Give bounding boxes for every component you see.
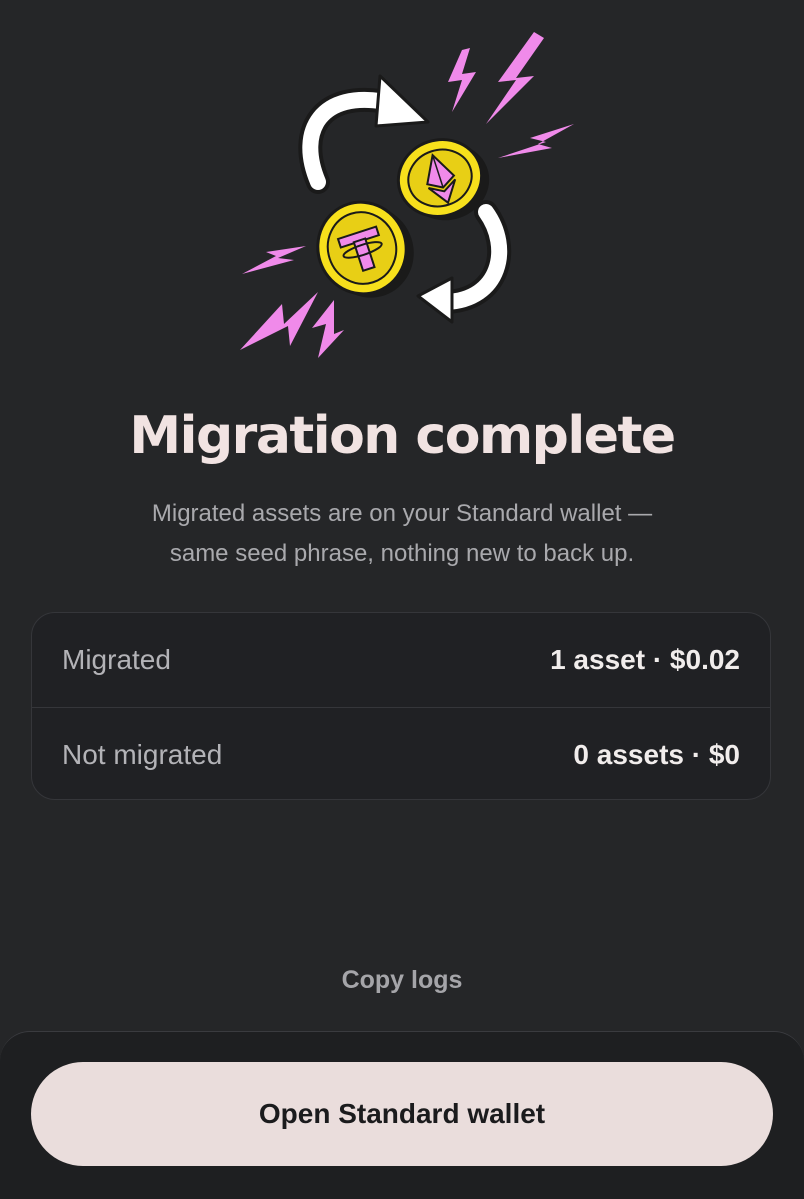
lightning-bolt-icon: [448, 32, 574, 158]
swap-arrow-bottom-icon: [416, 200, 512, 324]
summary-row-label: Not migrated: [62, 738, 223, 770]
summary-row-not-migrated: Not migrated 0 assets · $0: [32, 707, 770, 799]
summary-row-migrated: Migrated 1 asset · $0.02: [32, 613, 770, 707]
tether-coin-icon: [316, 200, 414, 298]
summary-row-value: 1 asset · $0.02: [550, 644, 740, 675]
subtitle-line: Migrated assets are on your Standard wal…: [151, 500, 653, 527]
copy-logs-button[interactable]: Copy logs: [0, 960, 804, 1000]
subtitle-line: same seed phrase, nothing new to back up…: [169, 540, 635, 567]
page-subtitle: Migrated assets are on your Standard wal…: [100, 494, 704, 574]
summary-row-value: 0 assets · $0: [573, 738, 740, 770]
migration-illustration: [0, 0, 804, 380]
page-title: Migration complete: [129, 406, 676, 466]
open-standard-wallet-button[interactable]: Open Standard wallet: [31, 1062, 773, 1166]
migration-summary-card: Migrated 1 asset · $0.02 Not migrated 0 …: [31, 612, 771, 800]
summary-row-label: Migrated: [62, 644, 171, 675]
